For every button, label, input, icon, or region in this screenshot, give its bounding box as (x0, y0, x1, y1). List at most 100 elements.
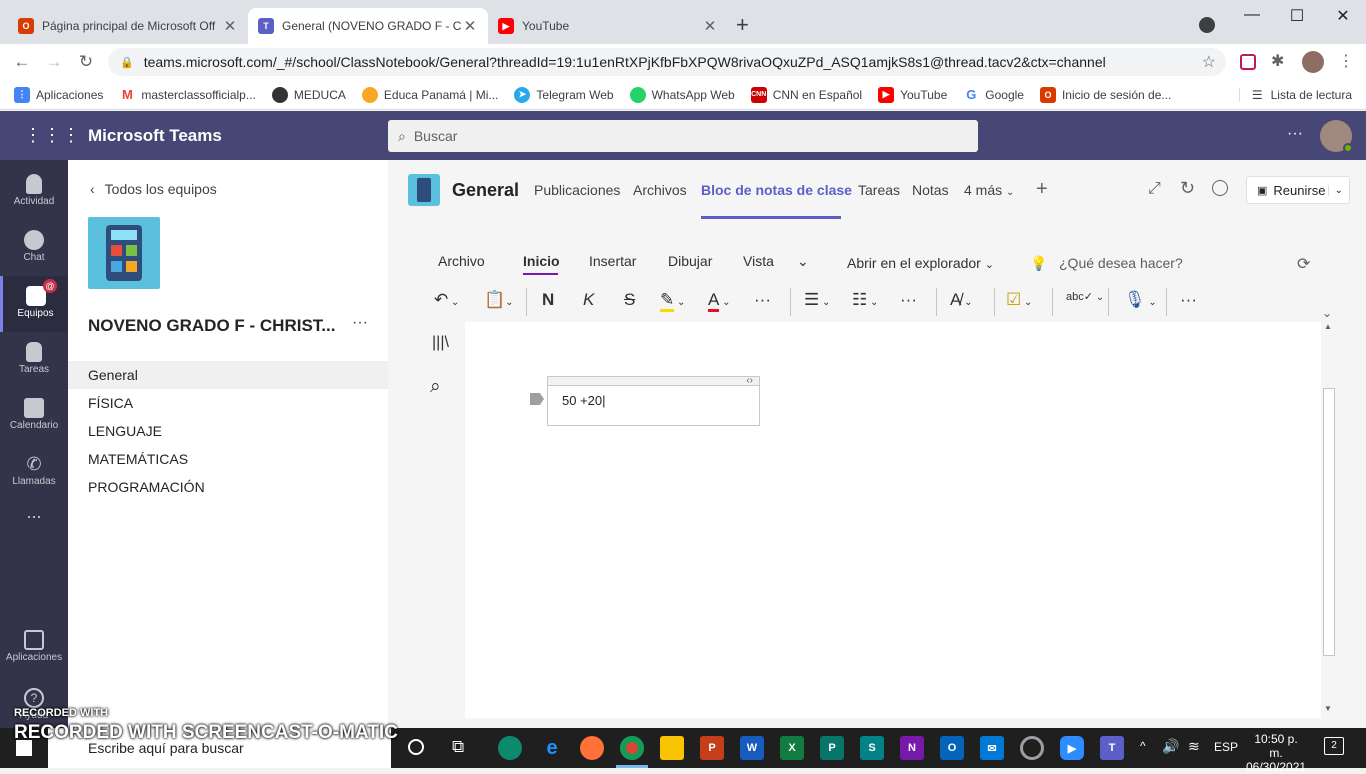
browser-tab-office[interactable]: O Página principal de Microsoft Off ✕ (8, 8, 248, 44)
bookmark-meduca[interactable]: MEDUCA (271, 86, 346, 103)
chrome-menu-icon[interactable]: ⋮ (1338, 51, 1354, 71)
search-icon[interactable]: ⌕ (430, 376, 441, 398)
add-tab-icon[interactable]: + (1036, 178, 1048, 201)
volume-icon[interactable]: 🔊 (1162, 738, 1179, 755)
numbered-list-icon[interactable]: ☷ ⌄ (852, 290, 878, 310)
back-to-teams-link[interactable]: ‹ Todos los equipos (90, 181, 217, 197)
expand-icon[interactable]: ⤢ (1148, 180, 1161, 198)
mail-icon[interactable]: ✉ (980, 736, 1004, 760)
highlighter-icon[interactable]: ✎ ⌄ (660, 290, 685, 312)
channel-matematicas[interactable]: MATEMÁTICAS (68, 445, 388, 473)
bookmark-telegram[interactable]: ➤ Telegram Web (514, 86, 614, 103)
profile-avatar[interactable] (1302, 51, 1324, 73)
rail-calendar[interactable]: Calendario (0, 388, 68, 444)
ribbon-collapse-icon[interactable]: ⌄ (797, 253, 809, 270)
tab-assignments[interactable]: Tareas (858, 182, 900, 198)
open-in-browser-button[interactable]: Abrir en el explorador ⌄ (847, 255, 994, 271)
language-indicator[interactable]: ESP (1214, 740, 1238, 754)
tab-search-icon[interactable] (1199, 17, 1215, 33)
strikethrough-button[interactable]: S (624, 290, 635, 310)
rail-teams[interactable]: Equipos @ (0, 276, 68, 332)
puzzle-icon[interactable]: ✱ (1271, 51, 1284, 71)
task-view-icon[interactable]: ⧉ (452, 737, 464, 757)
tab-more[interactable]: 4 más ⌄ (964, 182, 1014, 198)
sync-icon[interactable]: ⟳ (1297, 254, 1310, 274)
extension-icon[interactable] (1240, 54, 1256, 70)
excel-icon[interactable]: X (780, 736, 804, 760)
more-options-icon[interactable]: ··· (1287, 125, 1303, 143)
bookmark-cnn[interactable]: CNN CNN en Español (750, 86, 862, 103)
spelling-icon[interactable]: abc✓ ⌄ (1066, 290, 1104, 303)
browser-tab-youtube[interactable]: ▶ YouTube ✕ (488, 8, 728, 44)
wifi-icon[interactable]: ≋ (1188, 738, 1200, 755)
word-icon[interactable]: W (740, 736, 764, 760)
rail-activity[interactable]: Actividad (0, 164, 68, 220)
close-tab-icon[interactable]: ✕ (462, 17, 478, 35)
italic-button[interactable]: K (583, 290, 594, 310)
edge-icon[interactable] (498, 736, 522, 760)
sway-icon[interactable]: S (860, 736, 884, 760)
search-input[interactable]: ⌕ Buscar (388, 120, 978, 152)
note-container[interactable]: ‹› 50 +20| (547, 375, 760, 426)
chrome-icon[interactable] (620, 736, 644, 760)
close-tab-icon[interactable]: ✕ (222, 17, 238, 35)
more-font-options-icon[interactable]: ··· (754, 290, 771, 310)
ribbon-tab-file[interactable]: Archivo (438, 253, 485, 269)
styles-icon[interactable]: A̸ ⌄ (950, 290, 973, 310)
onenote-icon[interactable]: N (900, 736, 924, 760)
resize-arrows-icon[interactable]: ‹› (746, 375, 753, 386)
scroll-up-icon[interactable]: ▲ (1324, 322, 1332, 331)
bookmark-google[interactable]: G Google (963, 86, 1024, 103)
ribbon-tab-insert[interactable]: Insertar (589, 253, 636, 269)
undo-icon[interactable]: ↶ ⌄ (434, 290, 459, 310)
file-explorer-icon[interactable] (660, 736, 684, 760)
more-options-icon[interactable]: ··· (1180, 290, 1197, 310)
zoom-icon[interactable]: ▶ (1060, 736, 1084, 760)
team-more-icon[interactable]: ··· (352, 314, 368, 332)
clipboard-icon[interactable]: 📋⌄ (484, 290, 514, 310)
tab-class-notebook[interactable]: Bloc de notas de clase (701, 182, 852, 198)
rail-assignments[interactable]: Tareas (0, 332, 68, 388)
globe-icon[interactable] (1212, 180, 1228, 196)
rail-calls[interactable]: ✆ Llamadas (0, 444, 68, 500)
screencast-icon[interactable] (1020, 736, 1044, 760)
cortana-icon[interactable] (408, 739, 424, 755)
tell-me-input[interactable]: ¿Qué desea hacer? (1059, 255, 1183, 271)
channel-programacion[interactable]: PROGRAMACIÓN (68, 473, 388, 501)
rail-chat[interactable]: Chat (0, 220, 68, 276)
ribbon-tab-draw[interactable]: Dibujar (668, 253, 712, 269)
tag-icon[interactable]: ☑ ⌄ (1006, 290, 1032, 310)
minimize-icon[interactable]: — (1237, 6, 1267, 24)
bookmark-whatsapp[interactable]: WhatsApp Web (629, 86, 735, 103)
back-arrow-icon[interactable]: ← (10, 50, 34, 74)
notebook-library-icon[interactable]: |||\ (432, 334, 449, 352)
bookmark-office-login[interactable]: O Inicio de sesión de... (1039, 86, 1171, 103)
channel-general[interactable]: General (68, 361, 388, 389)
bookmark-youtube[interactable]: ▶ YouTube (878, 86, 947, 103)
powerpoint-icon[interactable]: P (700, 736, 724, 760)
notifications-icon[interactable]: 2 (1324, 737, 1344, 755)
new-tab-icon[interactable]: + (736, 12, 749, 38)
bold-button[interactable]: N (542, 290, 554, 310)
rail-more[interactable]: ... (0, 502, 68, 558)
close-tab-icon[interactable]: ✕ (702, 17, 718, 35)
outlook-icon[interactable]: O (940, 736, 964, 760)
refresh-icon[interactable]: ↻ (1180, 178, 1195, 199)
tab-notes[interactable]: Notas (912, 182, 949, 198)
bookmark-apps[interactable]: ⋮ Aplicaciones (14, 86, 103, 103)
expand-ribbon-icon[interactable]: ⌄ (1322, 306, 1332, 320)
font-color-icon[interactable]: A ⌄ (708, 290, 731, 312)
forward-arrow-icon[interactable]: → (42, 50, 66, 74)
chevron-up-icon[interactable]: ^ (1140, 739, 1146, 753)
reload-icon[interactable]: ↻ (74, 50, 98, 74)
tab-files[interactable]: Archivos (633, 182, 687, 198)
browser-tab-teams[interactable]: T General (NOVENO GRADO F - CH ✕ (248, 8, 488, 44)
bookmark-educa[interactable]: Educa Panamá | Mi... (361, 86, 498, 103)
ribbon-tab-view[interactable]: Vista (743, 253, 774, 269)
internet-explorer-icon[interactable]: e (540, 736, 564, 760)
maximize-icon[interactable]: ☐ (1282, 6, 1312, 26)
container-handle[interactable] (548, 377, 759, 386)
bullet-list-icon[interactable]: ☰ ⌄ (804, 290, 830, 310)
dictate-microphone-icon[interactable]: 🎙 ⌄ (1124, 290, 1157, 310)
meet-button[interactable]: ▣ Reunirse ⌄ (1246, 176, 1350, 204)
